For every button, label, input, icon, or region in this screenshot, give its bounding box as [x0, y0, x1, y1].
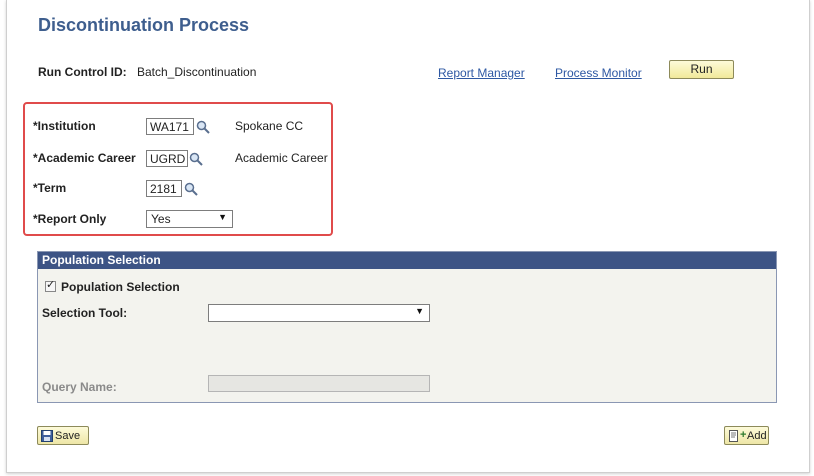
term-field[interactable]: 2181 [146, 180, 182, 197]
academic-career-field[interactable]: UGRD [146, 150, 188, 167]
population-selection-checkbox-label: Population Selection [61, 280, 180, 294]
save-button[interactable]: Save [37, 426, 89, 445]
report-only-label: *Report Only [33, 212, 107, 226]
add-button[interactable]: + Add [724, 426, 769, 445]
institution-label: *Institution [33, 119, 96, 133]
report-only-select[interactable]: Yes ▼ [146, 210, 233, 228]
selection-tool-select[interactable]: ▼ [208, 304, 430, 322]
floppy-disk-icon [41, 430, 53, 442]
selection-tool-label: Selection Tool: [42, 306, 128, 320]
add-document-icon [729, 430, 738, 442]
save-button-label: Save [55, 430, 81, 442]
add-button-label: Add [747, 430, 767, 442]
academic-career-label: *Academic Career [33, 151, 136, 165]
term-label: *Term [33, 181, 67, 195]
chevron-down-icon: ▼ [218, 212, 227, 222]
institution-field[interactable]: WA171 [146, 118, 194, 135]
page-title: Discontinuation Process [38, 15, 250, 35]
run-control-value: Batch_Discontinuation [137, 65, 257, 79]
plus-icon: + [740, 429, 747, 441]
query-name-field [208, 375, 430, 392]
process-monitor-link[interactable]: Process Monitor [555, 66, 642, 80]
run-control-label: Run Control ID: [38, 65, 127, 79]
institution-lookup-icon[interactable] [196, 120, 210, 134]
term-lookup-icon[interactable] [184, 182, 198, 196]
report-only-value: Yes [151, 212, 171, 226]
population-selection-section: Population Selection Population Selectio… [37, 251, 777, 403]
run-button-label: Run [690, 62, 713, 76]
population-selection-checkbox[interactable] [45, 278, 56, 292]
run-button[interactable]: Run [669, 60, 734, 79]
chevron-down-icon: ▼ [415, 306, 424, 316]
institution-description: Spokane CC [235, 119, 304, 133]
population-selection-header: Population Selection [38, 252, 776, 269]
report-manager-link[interactable]: Report Manager [438, 66, 525, 80]
academic-career-lookup-icon[interactable] [189, 152, 203, 166]
query-name-label: Query Name: [42, 380, 117, 394]
academic-career-description: Academic Career [235, 151, 328, 165]
